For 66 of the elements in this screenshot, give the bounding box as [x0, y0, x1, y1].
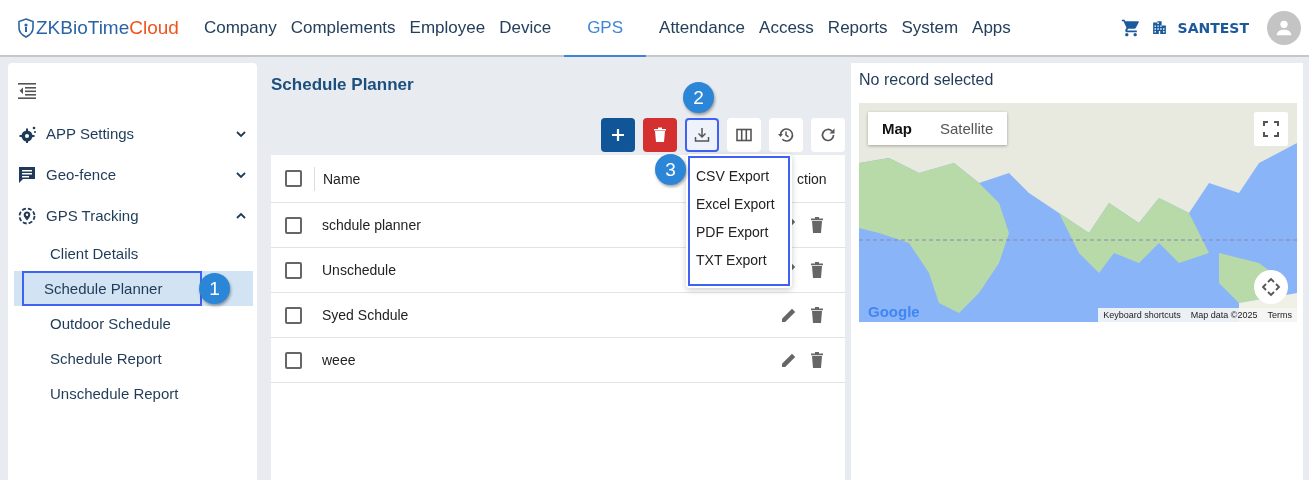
- cart-icon: [1120, 17, 1141, 38]
- table-cell: schdule planner: [322, 217, 421, 233]
- refresh-button[interactable]: [811, 118, 845, 152]
- message-icon: [18, 165, 36, 184]
- nav-tab[interactable]: Reports: [820, 0, 895, 57]
- column-header: Name: [323, 170, 361, 187]
- logo-text: ZKBioTime: [36, 16, 130, 39]
- sidebar-item[interactable]: Outdoor Schedule: [14, 306, 257, 341]
- menu-item[interactable]: PDF Export: [690, 218, 788, 246]
- map-type-tab[interactable]: Satellite: [926, 112, 1008, 145]
- nav-tab[interactable]: Access: [752, 0, 821, 57]
- sidebar-item[interactable]: Schedule Planner: [22, 271, 202, 306]
- menu-item[interactable]: Excel Export: [690, 190, 788, 218]
- checkbox[interactable]: [285, 306, 302, 324]
- column-header: ction: [797, 170, 828, 187]
- checkbox[interactable]: [285, 351, 302, 369]
- building-icon: [1150, 19, 1168, 36]
- table-cell: weee: [322, 352, 356, 368]
- fullscreen-button[interactable]: [1254, 112, 1288, 146]
- location-pin-icon: [18, 206, 36, 225]
- history-icon: [777, 126, 795, 144]
- sidebar-item[interactable]: Client Details: [14, 236, 257, 271]
- nav-tab[interactable]: GPS: [564, 0, 647, 57]
- map-logo: Google: [868, 303, 920, 320]
- nav-tab[interactable]: Apps: [965, 0, 1018, 57]
- plus-icon: [609, 126, 627, 144]
- refresh-icon: [819, 126, 837, 144]
- company-name[interactable]: SANTEST: [1177, 19, 1249, 36]
- four-arrows-icon: [1261, 277, 1281, 297]
- logo-text-accent: Cloud: [129, 16, 179, 39]
- sidebar-item[interactable]: Schedule Report: [14, 341, 257, 376]
- fullscreen-icon: [1262, 120, 1280, 138]
- map-footer-link[interactable]: Map data ©2025: [1185, 308, 1263, 322]
- history-button[interactable]: [769, 118, 803, 152]
- table-cell: Syed Schdule: [322, 307, 409, 323]
- trash-icon: [651, 126, 669, 144]
- empty-message: No record selected: [859, 71, 995, 90]
- columns-button[interactable]: [727, 118, 761, 152]
- map-footer-link[interactable]: Keyboard shortcuts: [1098, 308, 1186, 322]
- menu-item[interactable]: CSV Export: [690, 162, 788, 190]
- sidebar-group-label[interactable]: GPS Tracking: [46, 207, 235, 224]
- nav-tab[interactable]: Company: [196, 0, 284, 57]
- columns-icon: [735, 126, 753, 144]
- delete-button[interactable]: [643, 118, 677, 152]
- nav-tab[interactable]: Attendance: [652, 0, 753, 57]
- export-button[interactable]: [685, 118, 719, 152]
- collapse-menu-icon: [18, 83, 36, 99]
- map-type-tab[interactable]: Map: [868, 112, 926, 145]
- shield-logo-icon: [18, 17, 34, 38]
- nav-tab[interactable]: Complements: [283, 0, 403, 57]
- menu-item[interactable]: TXT Export: [690, 246, 788, 274]
- nav-tab[interactable]: Employee: [402, 0, 493, 57]
- nav-tab[interactable]: Device: [492, 0, 559, 57]
- sidebar-group-label[interactable]: APP Settings: [46, 125, 235, 142]
- table-cell: Unschedule: [322, 262, 396, 278]
- step-badge: 1: [199, 273, 230, 304]
- add-button[interactable]: [601, 118, 635, 152]
- page-title: Schedule Planner: [271, 75, 414, 96]
- step-badge: 2: [683, 82, 714, 113]
- nav-tab[interactable]: System: [894, 0, 966, 57]
- sidebar-item[interactable]: Unschedule Report: [14, 376, 257, 411]
- checkbox[interactable]: [285, 216, 302, 234]
- checkbox[interactable]: [285, 261, 302, 279]
- download-icon: [693, 126, 711, 144]
- sidebar-group-label[interactable]: Geo-fence: [46, 166, 235, 183]
- checkbox[interactable]: [285, 170, 302, 187]
